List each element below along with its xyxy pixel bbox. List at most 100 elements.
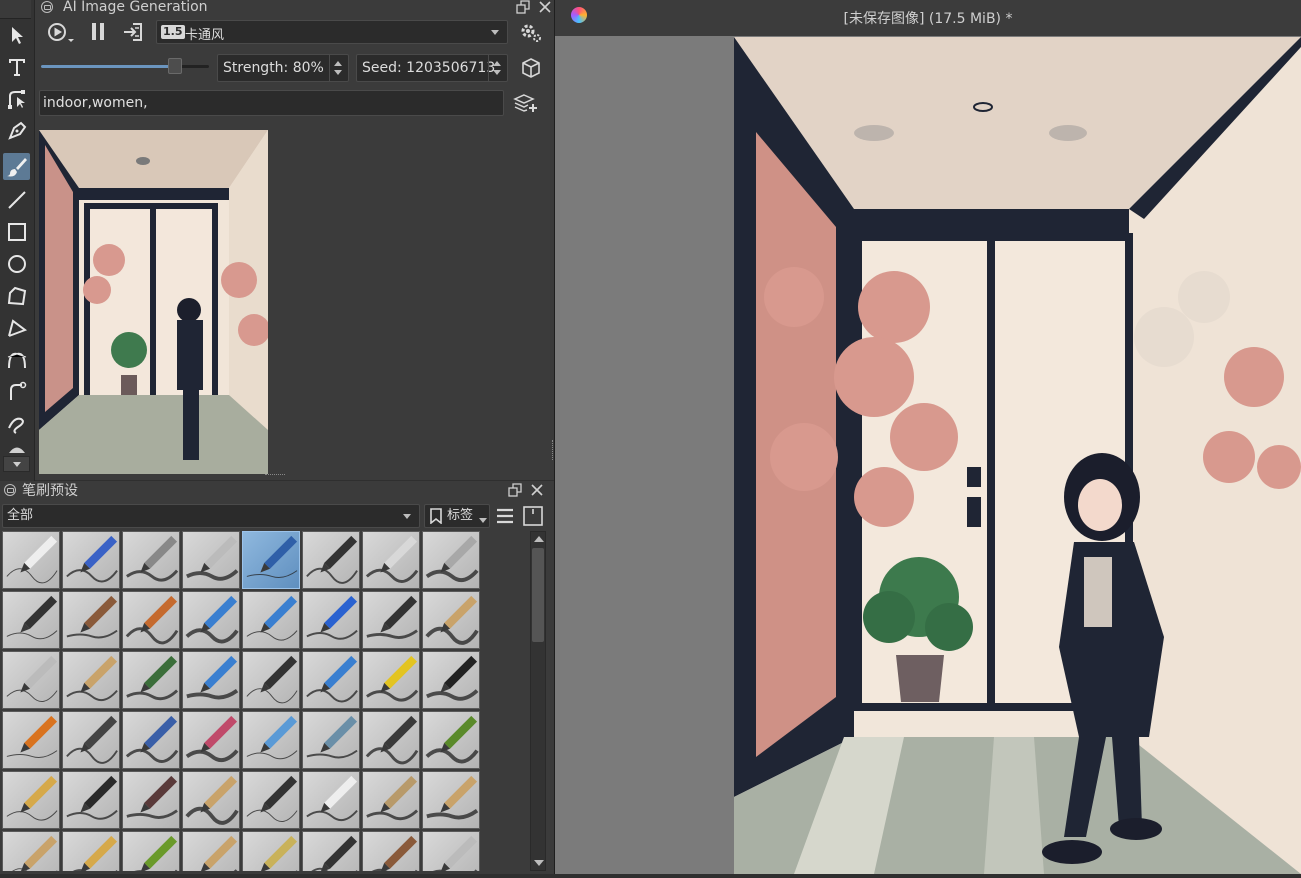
brush-grid-scrollbar[interactable] bbox=[530, 531, 546, 871]
scroll-down-icon[interactable] bbox=[534, 860, 544, 866]
random-seed-button[interactable] bbox=[519, 55, 543, 81]
brush-preset-tile[interactable] bbox=[122, 531, 180, 589]
float-docker-icon[interactable] bbox=[516, 0, 530, 14]
brush-preset-tile[interactable] bbox=[302, 831, 360, 871]
brush-preset-tile[interactable] bbox=[62, 591, 120, 649]
lock-icon[interactable] bbox=[41, 1, 53, 13]
brush-preset-tile[interactable] bbox=[62, 771, 120, 829]
lock-icon[interactable] bbox=[4, 484, 16, 496]
strength-slider[interactable] bbox=[41, 55, 209, 77]
generate-button[interactable] bbox=[45, 20, 77, 46]
list-view-button[interactable] bbox=[494, 505, 516, 527]
close-docker-icon[interactable] bbox=[530, 483, 544, 497]
brush-preset-tile[interactable] bbox=[62, 531, 120, 589]
brush-preset-tile[interactable] bbox=[302, 591, 360, 649]
brush-preset-tile[interactable] bbox=[182, 831, 240, 871]
bezier-tool-icon[interactable] bbox=[3, 346, 30, 373]
scrollbar-thumb[interactable] bbox=[532, 548, 544, 642]
brush-preset-tile[interactable] bbox=[122, 831, 180, 871]
spin-buttons[interactable] bbox=[329, 55, 348, 81]
brush-preset-tile[interactable] bbox=[422, 531, 480, 589]
brush-preset-tile[interactable] bbox=[182, 771, 240, 829]
brush-preset-tile[interactable] bbox=[62, 831, 120, 871]
brush-preset-tile[interactable] bbox=[362, 831, 420, 871]
rectangle-tool-icon[interactable] bbox=[3, 218, 30, 245]
brush-preset-tile[interactable] bbox=[242, 651, 300, 709]
polygon-tool-icon[interactable] bbox=[3, 282, 30, 309]
resize-grip[interactable] bbox=[265, 474, 285, 478]
brush-preset-tile[interactable] bbox=[2, 831, 60, 871]
select-shapes-tool-icon[interactable] bbox=[3, 21, 30, 48]
brush-preset-tile[interactable] bbox=[242, 831, 300, 871]
apply-result-button[interactable] bbox=[121, 20, 145, 44]
style-select[interactable]: 1.5 卡通风 bbox=[156, 20, 508, 44]
brush-preset-tile[interactable] bbox=[422, 591, 480, 649]
strength-spinbox[interactable]: Strength: 80% bbox=[217, 54, 349, 82]
brush-preset-tile[interactable] bbox=[422, 651, 480, 709]
add-control-layer-button[interactable] bbox=[513, 91, 539, 115]
ellipse-tool-icon[interactable] bbox=[3, 250, 30, 277]
dynamic-brush-tool-icon[interactable] bbox=[3, 410, 30, 437]
brush-preset-tile[interactable] bbox=[302, 711, 360, 769]
brush-preset-tile[interactable] bbox=[182, 531, 240, 589]
brush-preset-tile[interactable] bbox=[2, 651, 60, 709]
brush-preset-tile[interactable] bbox=[362, 531, 420, 589]
toolbox-more-button[interactable] bbox=[3, 456, 30, 472]
brush-filter-select[interactable]: 全部 bbox=[2, 504, 420, 528]
brush-preset-tile[interactable] bbox=[242, 711, 300, 769]
pause-button[interactable] bbox=[87, 20, 109, 44]
scroll-up-icon[interactable] bbox=[534, 536, 544, 542]
brush-preset-tile[interactable] bbox=[242, 591, 300, 649]
toolbox-header bbox=[0, 0, 31, 19]
calligraphy-tool-icon[interactable] bbox=[3, 117, 30, 144]
float-docker-icon[interactable] bbox=[508, 483, 522, 497]
brush-icon bbox=[66, 775, 118, 820]
brush-preset-tile[interactable] bbox=[2, 531, 60, 589]
close-docker-icon[interactable] bbox=[538, 0, 552, 14]
seed-spinbox[interactable]: Seed: 1203506713 bbox=[356, 54, 508, 82]
brush-preset-tile[interactable] bbox=[122, 771, 180, 829]
brush-preset-tile[interactable] bbox=[2, 771, 60, 829]
brush-preset-tile[interactable] bbox=[182, 711, 240, 769]
brush-preset-tile[interactable] bbox=[122, 711, 180, 769]
assistant-tool-icon[interactable] bbox=[3, 440, 30, 456]
freehand-brush-tool-icon[interactable] bbox=[3, 153, 30, 180]
line-tool-icon[interactable] bbox=[3, 186, 30, 213]
freehand-path-tool-icon[interactable] bbox=[3, 378, 30, 405]
brush-icon bbox=[126, 535, 179, 582]
brush-preset-tile[interactable] bbox=[362, 591, 420, 649]
brush-preset-tile[interactable] bbox=[242, 771, 300, 829]
brush-preset-tile[interactable] bbox=[242, 531, 300, 589]
result-thumbnail[interactable] bbox=[39, 130, 270, 474]
edit-shapes-tool-icon[interactable] bbox=[3, 85, 30, 112]
settings-button[interactable] bbox=[519, 21, 543, 45]
brush-icon bbox=[246, 715, 298, 760]
brush-preset-tile[interactable] bbox=[62, 651, 120, 709]
brush-preset-tile[interactable] bbox=[182, 591, 240, 649]
slider-handle[interactable] bbox=[168, 58, 183, 74]
brush-icon bbox=[432, 835, 478, 871]
brush-preset-tile[interactable] bbox=[362, 651, 420, 709]
brush-preset-tile[interactable] bbox=[2, 591, 60, 649]
brush-preset-tile[interactable] bbox=[2, 711, 60, 769]
spin-buttons[interactable] bbox=[488, 55, 507, 81]
brush-preset-tile[interactable] bbox=[362, 771, 420, 829]
brush-icon bbox=[66, 715, 118, 764]
brush-preset-tile[interactable] bbox=[422, 771, 480, 829]
brush-preset-tile[interactable] bbox=[122, 651, 180, 709]
brush-preset-tile[interactable] bbox=[422, 711, 480, 769]
tag-select[interactable]: 标签 bbox=[424, 504, 490, 528]
brush-preset-tile[interactable] bbox=[302, 771, 360, 829]
display-settings-button[interactable] bbox=[522, 505, 544, 527]
brush-preset-tile[interactable] bbox=[62, 711, 120, 769]
brush-preset-tile[interactable] bbox=[122, 591, 180, 649]
brush-preset-tile[interactable] bbox=[302, 651, 360, 709]
prompt-input[interactable]: indoor,women, bbox=[39, 90, 504, 116]
text-tool-icon[interactable] bbox=[3, 53, 30, 80]
brush-preset-tile[interactable] bbox=[422, 831, 480, 871]
brush-preset-tile[interactable] bbox=[182, 651, 240, 709]
brush-preset-tile[interactable] bbox=[362, 711, 420, 769]
polyline-tool-icon[interactable] bbox=[3, 314, 30, 341]
brush-preset-tile[interactable] bbox=[302, 531, 360, 589]
canvas-image[interactable] bbox=[734, 37, 1301, 874]
